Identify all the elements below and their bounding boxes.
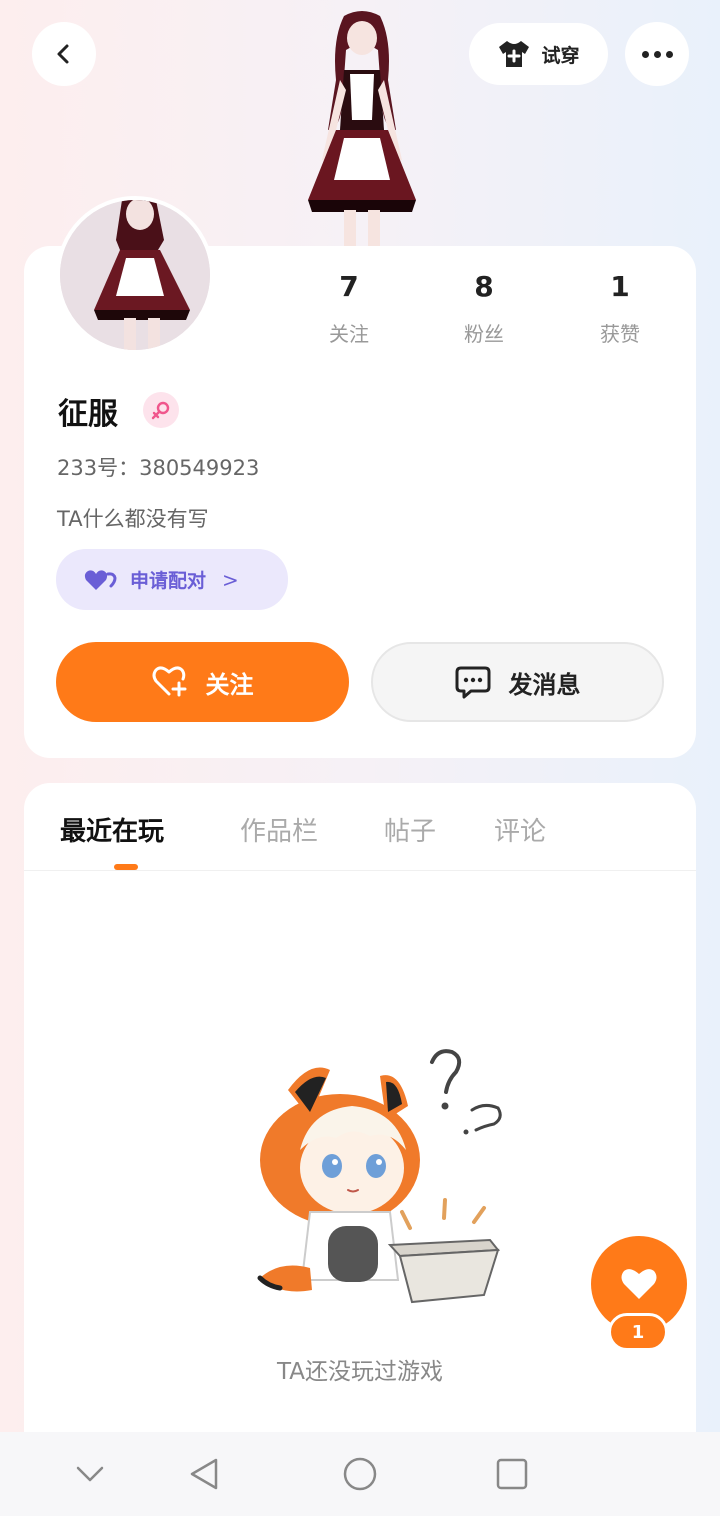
user-id-label: 233号： [57, 456, 140, 480]
nav-back-icon[interactable] [184, 1452, 228, 1496]
chat-bubble-icon [455, 666, 490, 699]
stat-likes-count: 1 [610, 270, 630, 303]
nav-home-icon[interactable] [338, 1452, 382, 1496]
chevron-left-icon [57, 44, 69, 64]
send-message-button[interactable]: 发消息 [371, 642, 664, 722]
avatar-figure-image [308, 11, 416, 250]
tab-works[interactable]: 作品栏 [240, 811, 318, 848]
tab-divider [24, 870, 696, 871]
stat-likes[interactable]: 1 获赞 [560, 270, 680, 347]
more-options-button[interactable] [625, 22, 689, 86]
bio: TA什么都没有写 [57, 507, 209, 531]
tab-posts[interactable]: 帖子 [384, 811, 436, 848]
female-icon [151, 401, 170, 420]
nickname: 征服 [58, 397, 118, 432]
empty-state-text: TA还没玩过游戏 [277, 1359, 443, 1385]
stat-following[interactable]: 7 关注 [289, 270, 409, 347]
chevron-right-icon: > [222, 567, 239, 592]
avatar[interactable] [56, 196, 214, 354]
dot-icon [641, 50, 649, 58]
back-button[interactable] [32, 22, 96, 86]
like-count-badge: 1 [608, 1313, 668, 1351]
try-on-label: 试穿 [541, 44, 580, 67]
stat-following-label: 关注 [329, 322, 369, 346]
stat-fans-count: 8 [474, 270, 494, 303]
gender-badge [143, 392, 179, 428]
user-id-value: 380549923 [139, 456, 260, 480]
heart-icon [621, 1269, 657, 1299]
try-on-button[interactable]: 试穿 [469, 23, 608, 85]
stat-fans-label: 粉丝 [464, 322, 504, 346]
tab-comments[interactable]: 评论 [494, 811, 546, 848]
apply-pair-button[interactable]: 申请配对 > [56, 549, 288, 610]
tab-recently-played[interactable]: 最近在玩 [60, 811, 164, 848]
stat-likes-label: 获赞 [600, 322, 640, 346]
nav-recents-icon[interactable] [490, 1452, 534, 1496]
dot-icon [665, 50, 673, 58]
stat-following-count: 7 [339, 270, 359, 303]
avatar-image [60, 200, 210, 350]
follow-label: 关注 [205, 670, 254, 699]
heart-plus-icon [152, 666, 186, 697]
dot-icon [653, 50, 661, 58]
chevron-down-icon[interactable] [68, 1452, 112, 1496]
double-heart-icon [84, 569, 117, 590]
tshirt-icon [499, 41, 530, 67]
empty-state-illustration [257, 1049, 502, 1304]
send-message-label: 发消息 [508, 670, 581, 699]
user-id: 233号：380549923 [57, 452, 259, 482]
apply-pair-label: 申请配对 [130, 570, 207, 592]
stat-fans[interactable]: 8 粉丝 [424, 270, 544, 347]
follow-button[interactable]: 关注 [56, 642, 349, 722]
